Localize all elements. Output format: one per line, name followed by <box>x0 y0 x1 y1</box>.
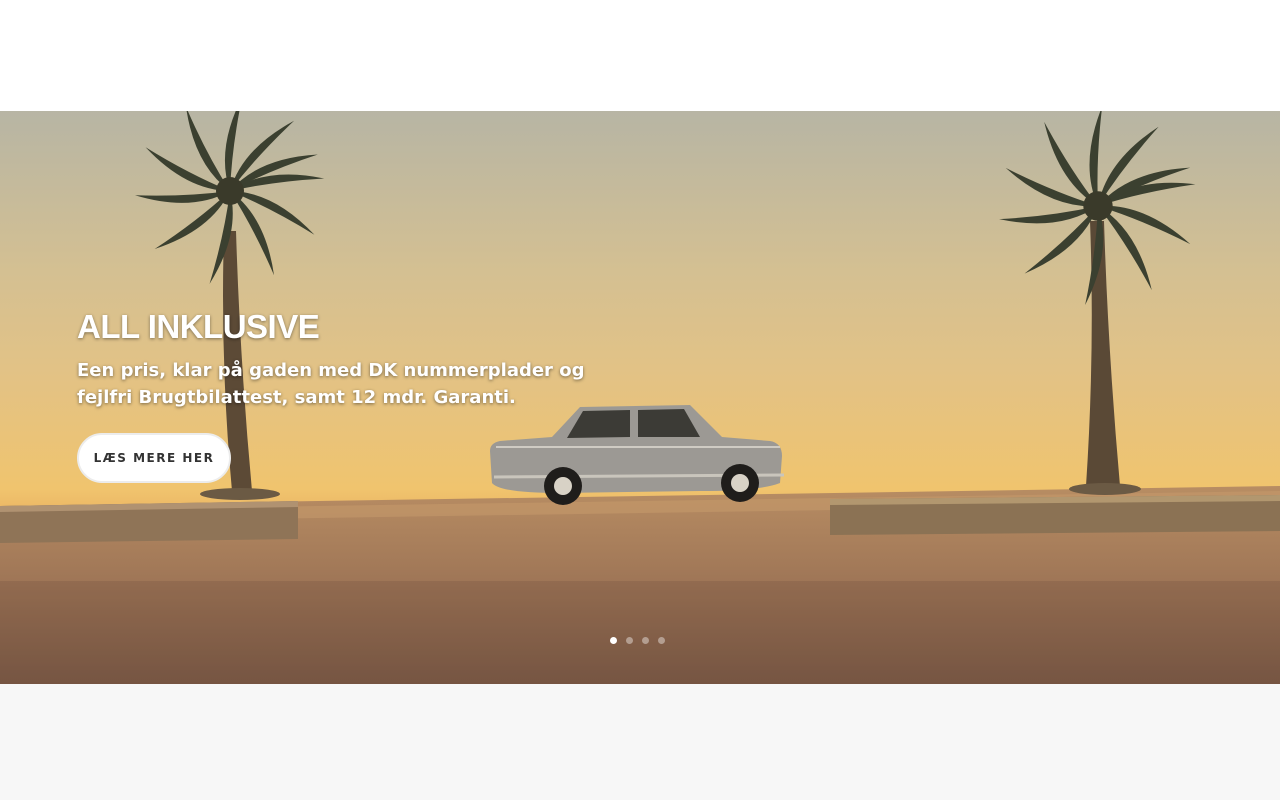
slide-dot-4[interactable] <box>658 637 665 644</box>
site-header <box>0 0 1280 111</box>
read-more-button[interactable]: LÆS MERE HER <box>77 433 231 483</box>
slide-dot-2[interactable] <box>626 637 633 644</box>
slide-caption: ALL INKLUSIVE Een pris, klar på gaden me… <box>77 307 637 411</box>
hero-slider: ALL INKLUSIVE Een pris, klar på gaden me… <box>0 111 1280 684</box>
slide-dot-1[interactable] <box>610 637 617 644</box>
slide-title: ALL INKLUSIVE <box>77 308 320 345</box>
content-area <box>0 684 1280 800</box>
vintage-car <box>490 405 785 505</box>
slide-description: Een pris, klar på gaden med DK nummerpla… <box>77 360 585 408</box>
slider-pagination <box>610 637 665 644</box>
right-palm-tree <box>999 111 1196 495</box>
slide-dot-3[interactable] <box>642 637 649 644</box>
